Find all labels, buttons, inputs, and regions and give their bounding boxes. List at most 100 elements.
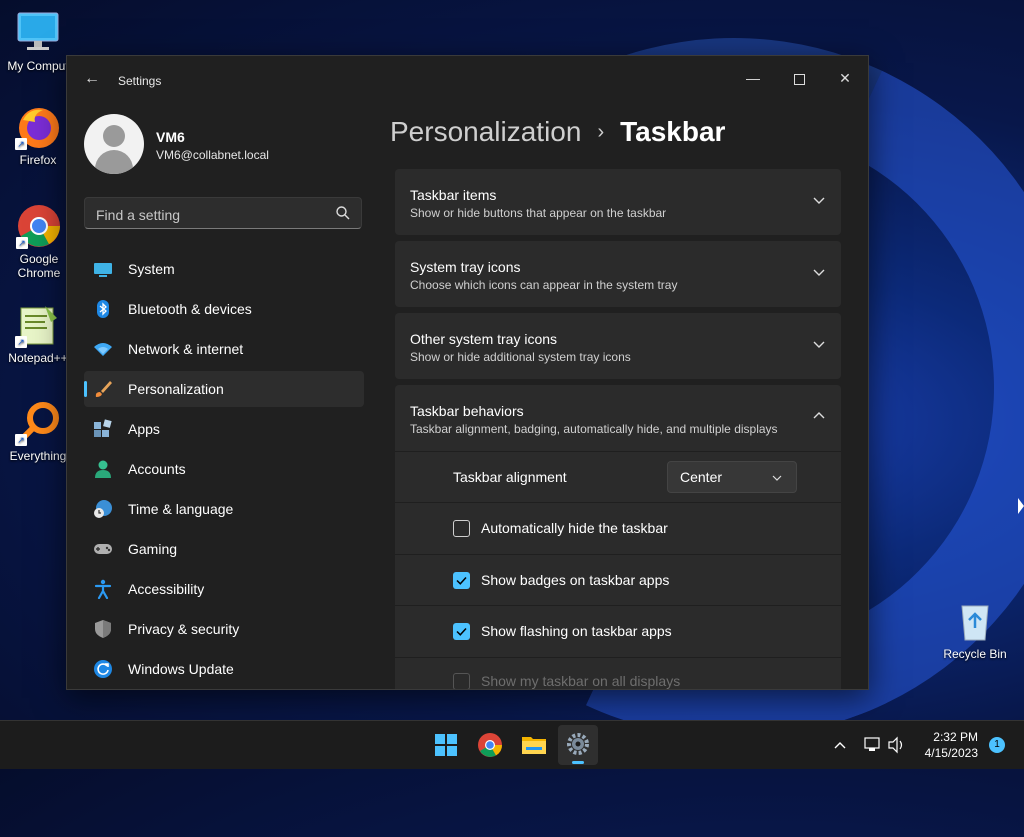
shortcut-arrow-icon: ↗: [15, 138, 27, 150]
desktop-icon-label: My Comput: [7, 59, 69, 73]
bluetooth-icon: [97, 300, 109, 318]
sidebar-item-network[interactable]: Network & internet: [84, 331, 364, 367]
chevron-up-icon: [813, 412, 825, 419]
desktop-icon-recycle-bin[interactable]: Recycle Bin: [937, 598, 1013, 661]
avatar-body: [95, 150, 133, 174]
desktop-icon-everything[interactable]: ↗ Everything: [0, 400, 76, 463]
sidebar-item-label: Network & internet: [128, 341, 244, 357]
section-subtitle: Show or hide buttons that appear on the …: [410, 206, 667, 220]
section-title: Other system tray icons: [410, 331, 558, 347]
taskbar-alignment-label: Taskbar alignment: [453, 469, 567, 485]
maximize-icon: [793, 73, 805, 85]
section-title: System tray icons: [410, 259, 521, 275]
chevron-down-icon: [772, 475, 782, 481]
section-taskbar-items[interactable]: Taskbar items Show or hide buttons that …: [395, 169, 841, 235]
notepadpp-icon: ↗: [15, 302, 61, 348]
section-subtitle: Taskbar alignment, badging, automaticall…: [410, 422, 778, 436]
show-flashing-checkbox[interactable]: [453, 623, 470, 640]
quick-settings-button[interactable]: [862, 721, 906, 769]
show-hidden-icons-button[interactable]: [830, 721, 850, 769]
breadcrumb-parent[interactable]: Personalization: [390, 116, 581, 147]
sidebar-item-label: Privacy & security: [128, 621, 240, 637]
sidebar-item-label: Personalization: [128, 381, 224, 397]
sidebar-item-personalization[interactable]: Personalization: [84, 371, 364, 407]
sidebar-item-bluetooth[interactable]: Bluetooth & devices: [84, 291, 364, 327]
all-displays-checkbox: [453, 673, 470, 689]
desktop-icon-label: Firefox: [19, 153, 57, 167]
chrome-icon: [478, 733, 502, 757]
dropdown-value: Center: [680, 469, 723, 485]
sidebar-item-gaming[interactable]: Gaming: [84, 531, 364, 567]
brush-icon: [95, 381, 112, 397]
checkmark-icon: [456, 576, 467, 585]
section-system-tray-icons[interactable]: System tray icons Choose which icons can…: [395, 241, 841, 307]
section-subtitle: Show or hide additional system tray icon…: [410, 350, 631, 364]
taskbar-chrome-button[interactable]: [470, 725, 510, 765]
sidebar-item-label: Accounts: [128, 461, 186, 477]
taskbar: 2:32 PM 4/15/2023 1: [0, 720, 1024, 769]
close-button[interactable]: ✕: [822, 62, 868, 94]
start-button[interactable]: [426, 725, 466, 765]
shield-icon: [95, 620, 111, 638]
window-title: Settings: [118, 74, 162, 88]
show-flashing-row[interactable]: Show flashing on taskbar apps: [395, 605, 841, 657]
avatar[interactable]: [84, 114, 144, 174]
search-box[interactable]: [84, 197, 362, 229]
desktop-icon-my-computer[interactable]: My Comput: [0, 10, 76, 73]
shortcut-arrow-icon: ↗: [15, 434, 27, 446]
auto-hide-label: Automatically hide the taskbar: [481, 520, 668, 536]
section-taskbar-behaviors[interactable]: Taskbar behaviors Taskbar alignment, bad…: [395, 385, 841, 451]
sidebar-item-label: Windows Update: [128, 661, 234, 677]
shortcut-arrow-icon: ↗: [16, 237, 28, 249]
chrome-icon: ↗: [16, 203, 62, 249]
search-icon: [336, 206, 350, 220]
sidebar-item-apps[interactable]: Apps: [84, 411, 364, 447]
sidebar-item-label: Accessibility: [128, 581, 205, 597]
folder-icon: [522, 737, 546, 754]
magnifier-icon: ↗: [15, 400, 61, 446]
gamepad-icon: [94, 544, 112, 554]
show-badges-label: Show badges on taskbar apps: [481, 572, 670, 588]
auto-hide-row[interactable]: Automatically hide the taskbar: [395, 502, 841, 554]
sidebar-item-windows-update[interactable]: Windows Update: [84, 651, 364, 687]
taskbar-alignment-row: Taskbar alignment Center: [395, 451, 841, 502]
section-other-system-tray-icons[interactable]: Other system tray icons Show or hide add…: [395, 313, 841, 379]
show-flashing-label: Show flashing on taskbar apps: [481, 623, 672, 639]
desktop-icon-firefox[interactable]: ↗ Firefox: [0, 104, 76, 167]
chevron-down-icon: [813, 269, 825, 276]
auto-hide-checkbox[interactable]: [453, 520, 470, 537]
monitor-icon: [15, 10, 61, 56]
sidebar-item-system[interactable]: System: [84, 251, 364, 287]
page-title: Taskbar: [620, 116, 726, 147]
taskbar-alignment-dropdown[interactable]: Center: [667, 461, 797, 493]
maximize-button[interactable]: [776, 62, 822, 94]
sidebar-item-label: Gaming: [128, 541, 178, 557]
sidebar-item-label: Apps: [128, 421, 160, 437]
back-button[interactable]: ←: [81, 70, 103, 90]
section-subtitle: Choose which icons can appear in the sys…: [410, 278, 678, 292]
sidebar-item-privacy[interactable]: Privacy & security: [84, 611, 364, 647]
sidebar-item-time-language[interactable]: Time & language: [84, 491, 364, 527]
section-title: Taskbar items: [410, 187, 497, 203]
notification-badge[interactable]: 1: [989, 737, 1005, 753]
sidebar-item-accessibility[interactable]: Accessibility: [84, 571, 364, 607]
sidebar-item-label: System: [128, 261, 175, 277]
chevron-up-icon: [834, 742, 846, 749]
clock-date: 4/15/2023: [924, 746, 978, 760]
section-title: Taskbar behaviors: [410, 403, 524, 419]
wifi-icon: [94, 343, 112, 356]
breadcrumb: Personalization › Taskbar: [390, 116, 725, 148]
sidebar-item-accounts[interactable]: Accounts: [84, 451, 364, 487]
taskbar-file-explorer-button[interactable]: [514, 725, 554, 765]
system-clock[interactable]: 2:32 PM 4/15/2023: [908, 729, 978, 761]
search-input[interactable]: [94, 204, 328, 226]
desktop-icon-label: Everything: [9, 449, 67, 463]
show-badges-row[interactable]: Show badges on taskbar apps: [395, 554, 841, 605]
person-icon: [95, 460, 111, 478]
avatar-head: [103, 125, 125, 147]
desktop-icon-notepadpp[interactable]: ↗ Notepad++: [0, 302, 76, 365]
minimize-button[interactable]: —: [730, 62, 776, 94]
taskbar-settings-button[interactable]: [558, 725, 598, 765]
show-badges-checkbox[interactable]: [453, 572, 470, 589]
windows-logo-icon: [435, 734, 457, 756]
